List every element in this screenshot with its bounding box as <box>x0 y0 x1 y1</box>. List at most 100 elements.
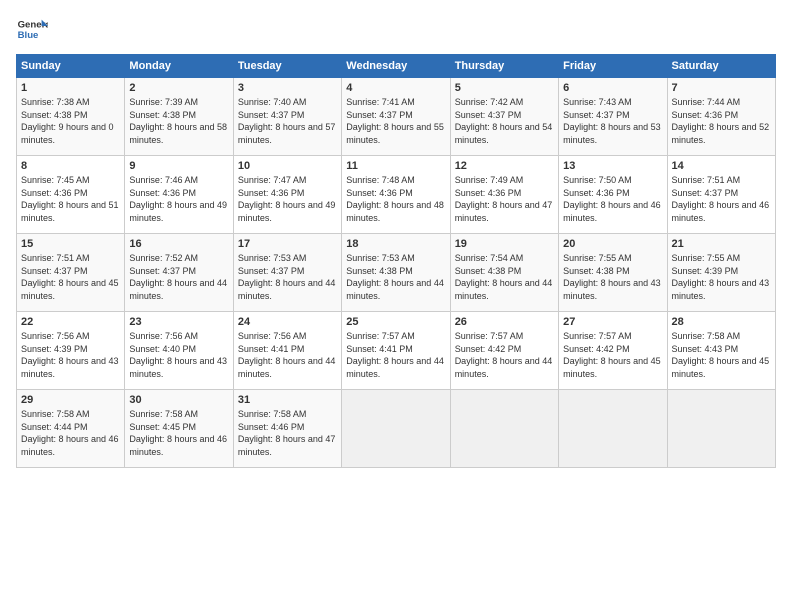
day-number: 28 <box>672 316 771 328</box>
week-row-4: 29 Sunrise: 7:58 AMSunset: 4:44 PMDaylig… <box>17 390 776 468</box>
week-row-3: 22 Sunrise: 7:56 AMSunset: 4:39 PMDaylig… <box>17 312 776 390</box>
day-number: 13 <box>563 160 662 172</box>
day-cell <box>667 390 775 468</box>
logo: General Blue <box>16 16 48 44</box>
day-cell: 4 Sunrise: 7:41 AMSunset: 4:37 PMDayligh… <box>342 78 450 156</box>
cell-info: Sunrise: 7:55 AMSunset: 4:39 PMDaylight:… <box>672 253 770 301</box>
cell-info: Sunrise: 7:51 AMSunset: 4:37 PMDaylight:… <box>672 175 770 223</box>
day-cell: 14 Sunrise: 7:51 AMSunset: 4:37 PMDaylig… <box>667 156 775 234</box>
cell-info: Sunrise: 7:58 AMSunset: 4:45 PMDaylight:… <box>129 409 227 457</box>
day-number: 27 <box>563 316 662 328</box>
cell-info: Sunrise: 7:40 AMSunset: 4:37 PMDaylight:… <box>238 97 336 145</box>
cell-info: Sunrise: 7:45 AMSunset: 4:36 PMDaylight:… <box>21 175 119 223</box>
day-number: 16 <box>129 238 228 250</box>
cell-info: Sunrise: 7:58 AMSunset: 4:44 PMDaylight:… <box>21 409 119 457</box>
cell-info: Sunrise: 7:43 AMSunset: 4:37 PMDaylight:… <box>563 97 661 145</box>
logo-icon: General Blue <box>16 16 48 44</box>
day-cell: 19 Sunrise: 7:54 AMSunset: 4:38 PMDaylig… <box>450 234 558 312</box>
cell-info: Sunrise: 7:57 AMSunset: 4:41 PMDaylight:… <box>346 331 444 379</box>
day-cell: 5 Sunrise: 7:42 AMSunset: 4:37 PMDayligh… <box>450 78 558 156</box>
day-number: 23 <box>129 316 228 328</box>
day-cell: 11 Sunrise: 7:48 AMSunset: 4:36 PMDaylig… <box>342 156 450 234</box>
day-cell: 26 Sunrise: 7:57 AMSunset: 4:42 PMDaylig… <box>450 312 558 390</box>
day-cell <box>450 390 558 468</box>
day-cell: 28 Sunrise: 7:58 AMSunset: 4:43 PMDaylig… <box>667 312 775 390</box>
day-number: 26 <box>455 316 554 328</box>
cell-info: Sunrise: 7:44 AMSunset: 4:36 PMDaylight:… <box>672 97 770 145</box>
day-number: 18 <box>346 238 445 250</box>
week-row-2: 15 Sunrise: 7:51 AMSunset: 4:37 PMDaylig… <box>17 234 776 312</box>
cell-info: Sunrise: 7:47 AMSunset: 4:36 PMDaylight:… <box>238 175 336 223</box>
cell-info: Sunrise: 7:38 AMSunset: 4:38 PMDaylight:… <box>21 97 114 145</box>
cell-info: Sunrise: 7:56 AMSunset: 4:41 PMDaylight:… <box>238 331 336 379</box>
day-cell: 16 Sunrise: 7:52 AMSunset: 4:37 PMDaylig… <box>125 234 233 312</box>
day-cell: 30 Sunrise: 7:58 AMSunset: 4:45 PMDaylig… <box>125 390 233 468</box>
calendar-body: 1 Sunrise: 7:38 AMSunset: 4:38 PMDayligh… <box>17 78 776 468</box>
svg-text:Blue: Blue <box>18 30 39 41</box>
day-number: 22 <box>21 316 120 328</box>
day-cell: 18 Sunrise: 7:53 AMSunset: 4:38 PMDaylig… <box>342 234 450 312</box>
col-header-tuesday: Tuesday <box>233 55 341 78</box>
day-number: 14 <box>672 160 771 172</box>
cell-info: Sunrise: 7:56 AMSunset: 4:40 PMDaylight:… <box>129 331 227 379</box>
day-cell <box>342 390 450 468</box>
cell-info: Sunrise: 7:53 AMSunset: 4:38 PMDaylight:… <box>346 253 444 301</box>
day-cell: 31 Sunrise: 7:58 AMSunset: 4:46 PMDaylig… <box>233 390 341 468</box>
day-number: 8 <box>21 160 120 172</box>
cell-info: Sunrise: 7:41 AMSunset: 4:37 PMDaylight:… <box>346 97 444 145</box>
day-cell: 15 Sunrise: 7:51 AMSunset: 4:37 PMDaylig… <box>17 234 125 312</box>
day-cell: 2 Sunrise: 7:39 AMSunset: 4:38 PMDayligh… <box>125 78 233 156</box>
cell-info: Sunrise: 7:51 AMSunset: 4:37 PMDaylight:… <box>21 253 119 301</box>
day-cell: 22 Sunrise: 7:56 AMSunset: 4:39 PMDaylig… <box>17 312 125 390</box>
day-number: 25 <box>346 316 445 328</box>
header-row: SundayMondayTuesdayWednesdayThursdayFrid… <box>17 55 776 78</box>
day-number: 5 <box>455 82 554 94</box>
day-cell: 20 Sunrise: 7:55 AMSunset: 4:38 PMDaylig… <box>559 234 667 312</box>
col-header-saturday: Saturday <box>667 55 775 78</box>
day-number: 12 <box>455 160 554 172</box>
day-cell: 10 Sunrise: 7:47 AMSunset: 4:36 PMDaylig… <box>233 156 341 234</box>
cell-info: Sunrise: 7:48 AMSunset: 4:36 PMDaylight:… <box>346 175 444 223</box>
cell-info: Sunrise: 7:57 AMSunset: 4:42 PMDaylight:… <box>563 331 661 379</box>
day-cell: 21 Sunrise: 7:55 AMSunset: 4:39 PMDaylig… <box>667 234 775 312</box>
day-cell: 1 Sunrise: 7:38 AMSunset: 4:38 PMDayligh… <box>17 78 125 156</box>
day-cell: 7 Sunrise: 7:44 AMSunset: 4:36 PMDayligh… <box>667 78 775 156</box>
day-number: 15 <box>21 238 120 250</box>
day-cell: 6 Sunrise: 7:43 AMSunset: 4:37 PMDayligh… <box>559 78 667 156</box>
day-number: 2 <box>129 82 228 94</box>
day-cell: 25 Sunrise: 7:57 AMSunset: 4:41 PMDaylig… <box>342 312 450 390</box>
cell-info: Sunrise: 7:39 AMSunset: 4:38 PMDaylight:… <box>129 97 227 145</box>
header: General Blue <box>16 16 776 44</box>
day-number: 6 <box>563 82 662 94</box>
day-cell: 29 Sunrise: 7:58 AMSunset: 4:44 PMDaylig… <box>17 390 125 468</box>
col-header-thursday: Thursday <box>450 55 558 78</box>
day-number: 11 <box>346 160 445 172</box>
col-header-wednesday: Wednesday <box>342 55 450 78</box>
cell-info: Sunrise: 7:42 AMSunset: 4:37 PMDaylight:… <box>455 97 553 145</box>
col-header-sunday: Sunday <box>17 55 125 78</box>
cell-info: Sunrise: 7:53 AMSunset: 4:37 PMDaylight:… <box>238 253 336 301</box>
day-number: 1 <box>21 82 120 94</box>
day-cell <box>559 390 667 468</box>
calendar-header: SundayMondayTuesdayWednesdayThursdayFrid… <box>17 55 776 78</box>
day-number: 24 <box>238 316 337 328</box>
day-cell: 23 Sunrise: 7:56 AMSunset: 4:40 PMDaylig… <box>125 312 233 390</box>
cell-info: Sunrise: 7:50 AMSunset: 4:36 PMDaylight:… <box>563 175 661 223</box>
cell-info: Sunrise: 7:56 AMSunset: 4:39 PMDaylight:… <box>21 331 119 379</box>
day-number: 3 <box>238 82 337 94</box>
day-number: 21 <box>672 238 771 250</box>
day-number: 30 <box>129 394 228 406</box>
day-number: 7 <box>672 82 771 94</box>
week-row-0: 1 Sunrise: 7:38 AMSunset: 4:38 PMDayligh… <box>17 78 776 156</box>
day-number: 29 <box>21 394 120 406</box>
cell-info: Sunrise: 7:54 AMSunset: 4:38 PMDaylight:… <box>455 253 553 301</box>
cell-info: Sunrise: 7:58 AMSunset: 4:46 PMDaylight:… <box>238 409 336 457</box>
col-header-monday: Monday <box>125 55 233 78</box>
cell-info: Sunrise: 7:46 AMSunset: 4:36 PMDaylight:… <box>129 175 227 223</box>
week-row-1: 8 Sunrise: 7:45 AMSunset: 4:36 PMDayligh… <box>17 156 776 234</box>
day-number: 4 <box>346 82 445 94</box>
cell-info: Sunrise: 7:49 AMSunset: 4:36 PMDaylight:… <box>455 175 553 223</box>
day-cell: 3 Sunrise: 7:40 AMSunset: 4:37 PMDayligh… <box>233 78 341 156</box>
day-cell: 27 Sunrise: 7:57 AMSunset: 4:42 PMDaylig… <box>559 312 667 390</box>
cell-info: Sunrise: 7:55 AMSunset: 4:38 PMDaylight:… <box>563 253 661 301</box>
